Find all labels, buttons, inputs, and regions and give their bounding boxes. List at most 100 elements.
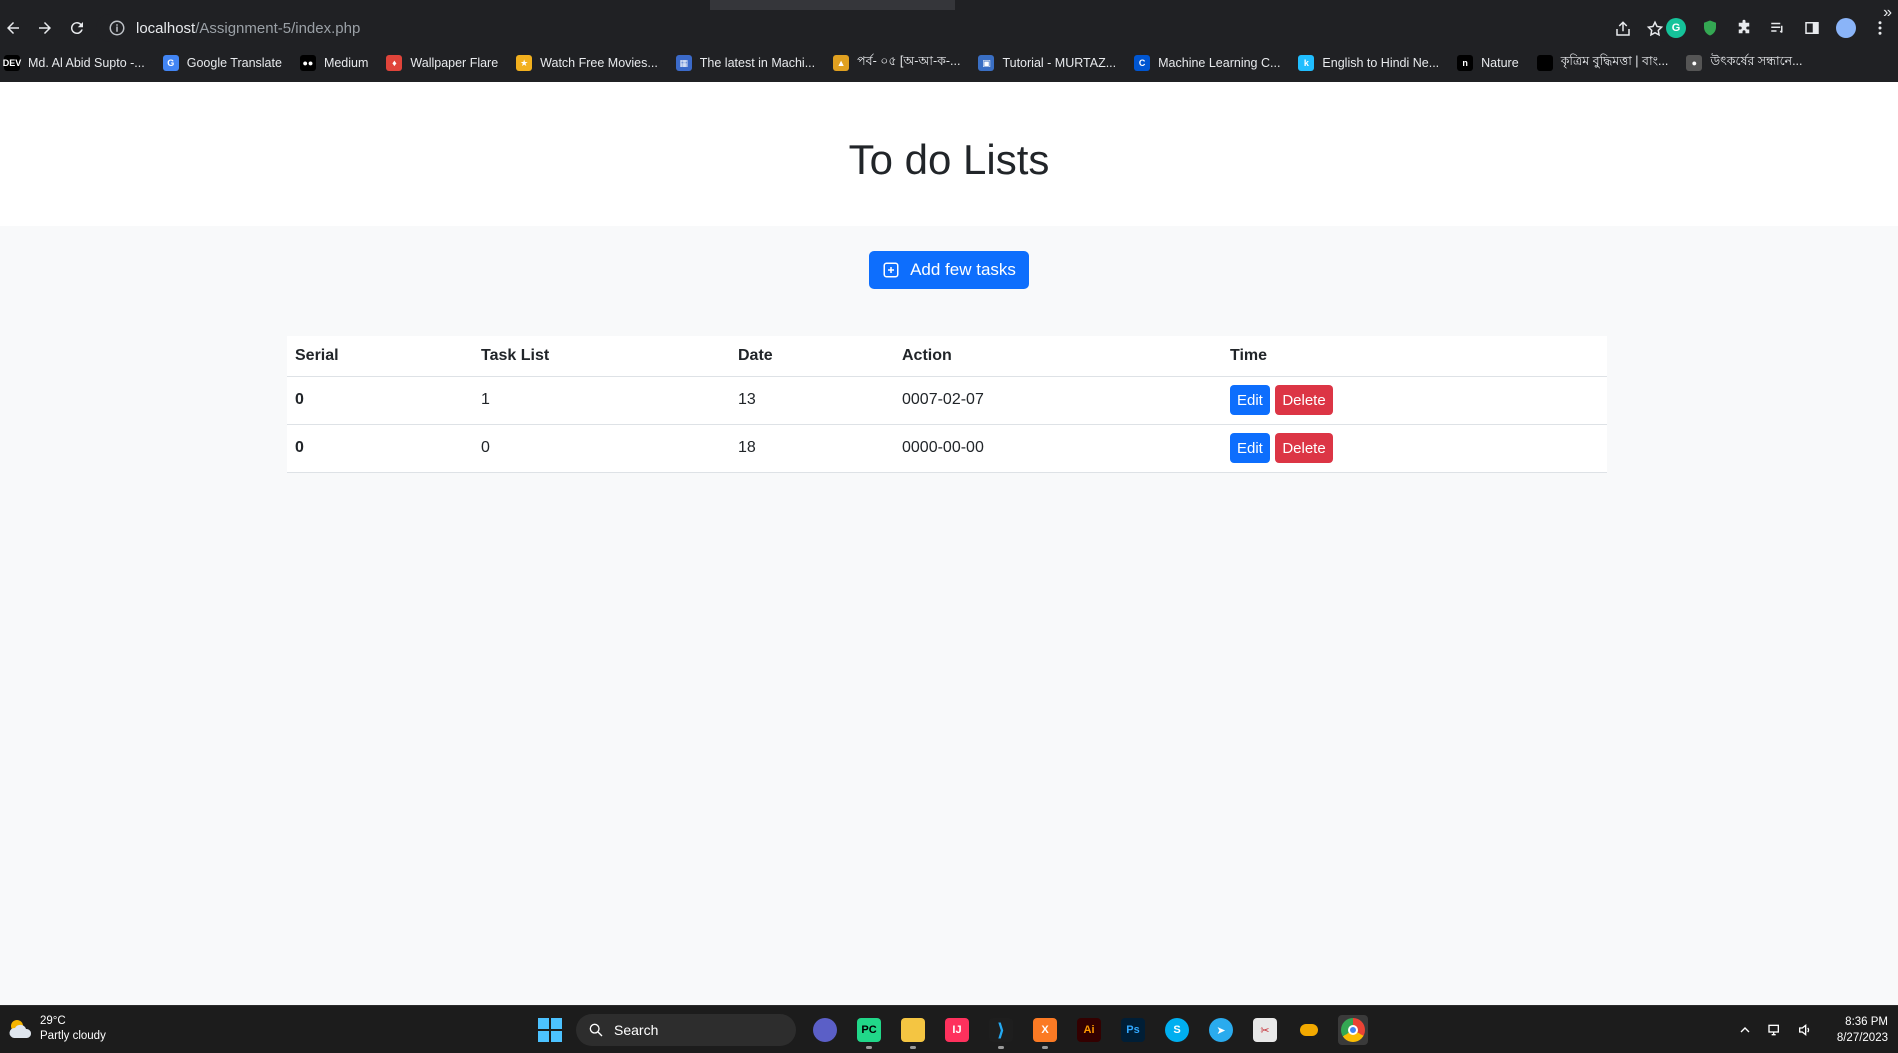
url-host: localhost xyxy=(136,19,196,37)
bookmark-label: The latest in Machi... xyxy=(699,56,816,70)
shield-extension-icon[interactable] xyxy=(1700,18,1720,38)
cloud-app-icon[interactable] xyxy=(1294,1015,1324,1045)
site-info-icon[interactable] xyxy=(108,19,126,37)
bookmark-label: উৎকর্ষের সন্ধানে... xyxy=(1710,54,1803,68)
header-task-list: Task List xyxy=(473,336,730,377)
grammarly-icon[interactable]: G xyxy=(1666,18,1686,38)
telegram-icon[interactable]: ➤ xyxy=(1206,1015,1236,1045)
reload-button[interactable] xyxy=(64,15,90,41)
add-tasks-button[interactable]: Add few tasks xyxy=(869,251,1029,289)
system-tray: 8:36 PM 8/27/2023 xyxy=(1737,1012,1888,1048)
table-row: 0 1 13 0007-02-07 Edit Delete xyxy=(287,376,1607,425)
illustrator-icon[interactable]: Ai xyxy=(1074,1015,1104,1045)
header-date: Date xyxy=(730,336,894,377)
weather-widget[interactable]: 29°C Partly cloudy xyxy=(8,1014,106,1044)
bookmark-item[interactable]: C Machine Learning C... xyxy=(1134,52,1280,74)
cell-task: 0 xyxy=(473,424,730,473)
address-bar[interactable]: localhost/Assignment-5/index.php xyxy=(96,14,1676,42)
photoshop-icon[interactable]: Ps xyxy=(1118,1015,1148,1045)
url-text[interactable]: localhost/Assignment-5/index.php xyxy=(136,20,360,37)
chevron-up-icon[interactable] xyxy=(1737,1022,1753,1038)
cell-time: Edit Delete xyxy=(1222,376,1607,425)
cell-serial: 0 xyxy=(287,424,473,473)
windows-start-icon[interactable] xyxy=(538,1018,562,1042)
kaggle-icon: k xyxy=(1298,55,1315,71)
bookmarks-overflow-icon[interactable]: » xyxy=(1883,0,1892,26)
bookmark-label: Md. Al Abid Supto -... xyxy=(28,56,145,70)
volume-icon[interactable] xyxy=(1797,1022,1813,1038)
teams-chat-icon[interactable] xyxy=(810,1015,840,1045)
wallpaper-flare-icon: ♦ xyxy=(386,55,403,71)
bookmark-label: Machine Learning C... xyxy=(1158,56,1281,70)
bookmark-item[interactable]: ▦ The latest in Machi... xyxy=(675,52,816,74)
page-header: To do Lists xyxy=(0,82,1898,226)
delete-button[interactable]: Delete xyxy=(1275,433,1333,463)
clock-date: 8/27/2023 xyxy=(1836,1032,1888,1044)
taskbar-search-label: Search xyxy=(614,1022,659,1038)
clock-time: 8:36 PM xyxy=(1845,1016,1888,1028)
google-translate-icon: G xyxy=(162,55,179,71)
chrome-icon[interactable] xyxy=(1338,1015,1368,1045)
file-explorer-icon[interactable] xyxy=(898,1015,928,1049)
bookmark-label: কৃত্রিম বুদ্ধিমত্তা | বাং... xyxy=(1560,54,1669,68)
reading-list-icon[interactable] xyxy=(1768,18,1788,38)
arrow-right-icon xyxy=(39,22,51,34)
weather-temp: 29°C xyxy=(40,1015,66,1027)
bookmark-item[interactable]: k English to Hindi Ne... xyxy=(1298,52,1439,74)
taskbar-search[interactable]: Search xyxy=(576,1014,796,1046)
tab-strip xyxy=(0,0,1898,10)
snipping-tool-icon[interactable]: ✂ xyxy=(1250,1015,1280,1045)
bookmarks-bar: DEV Md. Al Abid Supto -... G Google Transla… xyxy=(0,50,1898,76)
vscode-icon[interactable]: ⟩ xyxy=(986,1015,1016,1049)
cell-date: 13 xyxy=(730,376,894,425)
tutorial-icon: ▣ xyxy=(978,55,995,71)
bookmark-label: Nature xyxy=(1481,56,1519,70)
intellij-icon[interactable]: IJ xyxy=(942,1015,972,1045)
bookmark-label: Google Translate xyxy=(186,56,282,70)
partly-cloudy-icon xyxy=(9,1020,32,1038)
bookmark-item[interactable]: ● উৎকর্ষের সন্ধানে... xyxy=(1686,52,1803,74)
bookmark-item[interactable]: G Google Translate xyxy=(162,52,282,74)
browser-chrome: localhost/Assignment-5/index.php G DEV Md… xyxy=(0,0,1898,82)
bookmark-item[interactable]: কৃত্রিম বুদ্ধিমত্তা | বাং... xyxy=(1536,52,1669,74)
bookmark-item[interactable]: ▣ Tutorial - MURTAZ... xyxy=(978,52,1116,74)
medium-icon: ●● xyxy=(299,55,316,71)
browser-toolbar: localhost/Assignment-5/index.php G xyxy=(0,10,1898,46)
dev-icon: DEV xyxy=(3,55,21,71)
xampp-icon[interactable]: X xyxy=(1030,1015,1060,1049)
forward-button[interactable] xyxy=(32,15,58,41)
bookmark-item[interactable]: ★ Watch Free Movies... xyxy=(516,52,658,74)
extensions-area: G xyxy=(1666,14,1890,42)
taskbar-clock[interactable]: 8:36 PM 8/27/2023 xyxy=(1837,1014,1888,1046)
edit-button[interactable]: Edit xyxy=(1230,433,1270,463)
cell-date: 18 xyxy=(730,424,894,473)
task-table: Serial Task List Date Action Time 0 1 13… xyxy=(287,336,1607,473)
profile-avatar-icon[interactable] xyxy=(1836,18,1856,38)
nature-icon: n xyxy=(1457,55,1474,71)
bookmark-item[interactable]: DEV Md. Al Abid Supto -... xyxy=(3,52,145,74)
side-panel-icon[interactable] xyxy=(1802,18,1822,38)
network-icon[interactable] xyxy=(1767,1022,1783,1038)
puzzle-icon[interactable] xyxy=(1734,18,1754,38)
delete-button[interactable]: Delete xyxy=(1275,385,1333,415)
bookmark-label: Medium xyxy=(323,56,369,70)
papers-icon: ▦ xyxy=(675,55,692,71)
weather-desc: Partly cloudy xyxy=(40,1030,106,1042)
page-title: To do Lists xyxy=(848,136,1050,183)
edit-button[interactable]: Edit xyxy=(1230,385,1270,415)
bookmark-item[interactable]: ♦ Wallpaper Flare xyxy=(386,52,498,74)
share-icon[interactable] xyxy=(1614,20,1632,38)
bookmark-item[interactable]: ●● Medium xyxy=(299,52,369,74)
bookmark-item[interactable]: n Nature xyxy=(1457,52,1519,74)
search-icon xyxy=(589,1023,603,1037)
bookmark-star-icon[interactable] xyxy=(1646,20,1664,38)
cell-action: 0000-00-00 xyxy=(894,424,1222,473)
hat-icon: ▲ xyxy=(833,55,850,71)
pycharm-icon[interactable]: PC xyxy=(854,1015,884,1049)
back-button[interactable] xyxy=(0,15,26,41)
arrow-left-icon xyxy=(7,22,19,34)
skype-icon[interactable]: S xyxy=(1162,1015,1192,1045)
header-action: Action xyxy=(894,336,1222,377)
table-header-row: Serial Task List Date Action Time xyxy=(287,336,1607,377)
bookmark-item[interactable]: ▲ পর্ব- ০৫ [অ-আ-ক-... xyxy=(833,52,960,74)
